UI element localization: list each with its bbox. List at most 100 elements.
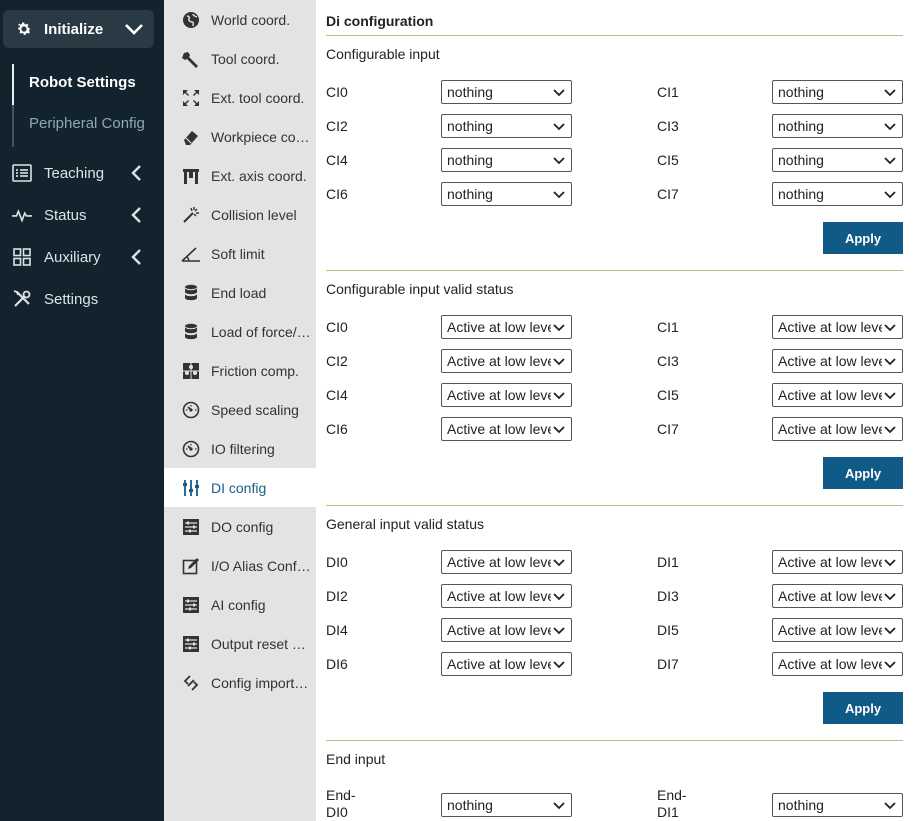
settings-item-world-coord[interactable]: World coord. [164,0,316,39]
ci4-function-select[interactable]: nothing [441,148,572,172]
select-value: nothing [447,186,493,202]
nav-teaching-label: Teaching [44,164,105,182]
di6-valid-status-select[interactable]: Active at low level [441,652,572,676]
select-value: Active at low level [778,319,882,335]
nav-settings[interactable]: Settings [0,284,164,314]
field-label: CI6 [326,186,348,202]
select-value: nothing [778,84,824,100]
end-di1-function-select[interactable]: nothing [772,793,903,817]
field-label: CI0 [326,84,348,100]
di0-valid-status-select[interactable]: Active at low level [441,550,572,574]
chevron-left-icon [130,165,142,181]
ci6-valid-status-select[interactable]: Active at low level [441,417,572,441]
settings-item-label: Ext. axis coord. [211,167,307,184]
ci5-function-select[interactable]: nothing [772,148,903,172]
wrench-icon [181,49,201,69]
di2-valid-status-select[interactable]: Active at low level [441,584,572,608]
field-label: CI5 [657,387,679,403]
chevron-down-icon [884,559,896,567]
settings-item-do-config[interactable]: DO config [164,507,316,546]
apply-button-general-valid-status[interactable]: Apply [823,692,903,724]
ci0-valid-status-select[interactable]: Active at low level [441,315,572,339]
settings-item-tool-coord[interactable]: Tool coord. [164,39,316,78]
di3-valid-status-select[interactable]: Active at low level [772,584,903,608]
subnav-divider [12,105,14,147]
select-value: Active at low level [447,656,551,672]
chevron-down-icon [553,157,565,165]
chevron-left-icon [130,207,142,223]
settings-item-output-reset[interactable]: Output reset … [164,624,316,663]
settings-item-di-config[interactable]: DI config [164,468,316,507]
chevron-down-icon [884,392,896,400]
field-label: DI3 [657,588,679,604]
settings-item-label: Ext. tool coord. [211,89,305,106]
settings-item-label: Output reset … [211,635,306,652]
ci7-valid-status-select[interactable]: Active at low level [772,417,903,441]
ci2-valid-status-select[interactable]: Active at low level [441,349,572,373]
ci3-function-select[interactable]: nothing [772,114,903,138]
apply-button-configurable-input[interactable]: Apply [823,222,903,254]
settings-item-collision-level[interactable]: Collision level [164,195,316,234]
field-label: DI1 [657,554,679,570]
ci3-valid-status-select[interactable]: Active at low level [772,349,903,373]
settings-item-label: I/O Alias Conf… [211,557,311,574]
settings-item-io-filtering[interactable]: IO filtering [164,429,316,468]
ci1-function-select[interactable]: nothing [772,80,903,104]
chevron-down-icon [884,426,896,434]
nav-status-label: Status [44,206,87,224]
settings-item-label: Tool coord. [211,50,280,67]
settings-item-end-load[interactable]: End load [164,273,316,312]
settings-item-load-of-force[interactable]: Load of force/… [164,312,316,351]
field-label: End-DI1 [657,787,687,820]
field-label: CI4 [326,387,348,403]
end-di0-function-select[interactable]: nothing [441,793,572,817]
field-label: DI5 [657,622,679,638]
di1-valid-status-select[interactable]: Active at low level [772,550,903,574]
apply-button-configurable-valid-status[interactable]: Apply [823,457,903,489]
ci2-function-select[interactable]: nothing [441,114,572,138]
settings-item-friction-comp[interactable]: Friction comp. [164,351,316,390]
chevron-down-icon [884,89,896,97]
di5-valid-status-select[interactable]: Active at low level [772,618,903,642]
settings-item-workpiece-coord[interactable]: Workpiece co… [164,117,316,156]
ci5-valid-status-select[interactable]: Active at low level [772,383,903,407]
chevron-down-icon [884,123,896,131]
select-value: Active at low level [778,387,882,403]
nav-teaching[interactable]: Teaching [0,158,164,188]
ci7-function-select[interactable]: nothing [772,182,903,206]
settings-item-label: World coord. [211,11,291,28]
pulse-icon [12,205,32,225]
ci1-valid-status-select[interactable]: Active at low level [772,315,903,339]
nav-status[interactable]: Status [0,200,164,230]
settings-item-ext-tool-coord[interactable]: Ext. tool coord. [164,78,316,117]
chevron-down-icon [553,802,565,810]
field-label: CI6 [326,421,348,437]
field-label: DI7 [657,656,679,672]
subnav-robot-settings[interactable]: Robot Settings [29,74,136,91]
subnav-peripheral-config[interactable]: Peripheral Config [29,115,145,132]
section-title-end-input: End input [326,751,386,767]
select-value: Active at low level [778,656,882,672]
settings-item-io-alias-config[interactable]: I/O Alias Conf… [164,546,316,585]
select-value: nothing [447,84,493,100]
settings-item-speed-scaling[interactable]: Speed scaling [164,390,316,429]
settings-item-soft-limit[interactable]: Soft limit [164,234,316,273]
settings-item-ext-axis-coord[interactable]: Ext. axis coord. [164,156,316,195]
chevron-down-icon [553,593,565,601]
chevron-down-icon [553,191,565,199]
di7-valid-status-select[interactable]: Active at low level [772,652,903,676]
settings-item-ai-config[interactable]: AI config [164,585,316,624]
ci4-valid-status-select[interactable]: Active at low level [441,383,572,407]
nav-initialize[interactable]: Initialize [3,10,154,48]
field-label: CI0 [326,319,348,335]
nav-auxiliary[interactable]: Auxiliary [0,242,164,272]
section-divider [326,740,903,741]
link-icon [181,673,201,693]
ci0-function-select[interactable]: nothing [441,80,572,104]
di4-valid-status-select[interactable]: Active at low level [441,618,572,642]
settings-item-config-import[interactable]: Config import… [164,663,316,702]
select-value: nothing [778,186,824,202]
expand-icon [181,88,201,108]
ci6-function-select[interactable]: nothing [441,182,572,206]
field-label: CI5 [657,152,679,168]
